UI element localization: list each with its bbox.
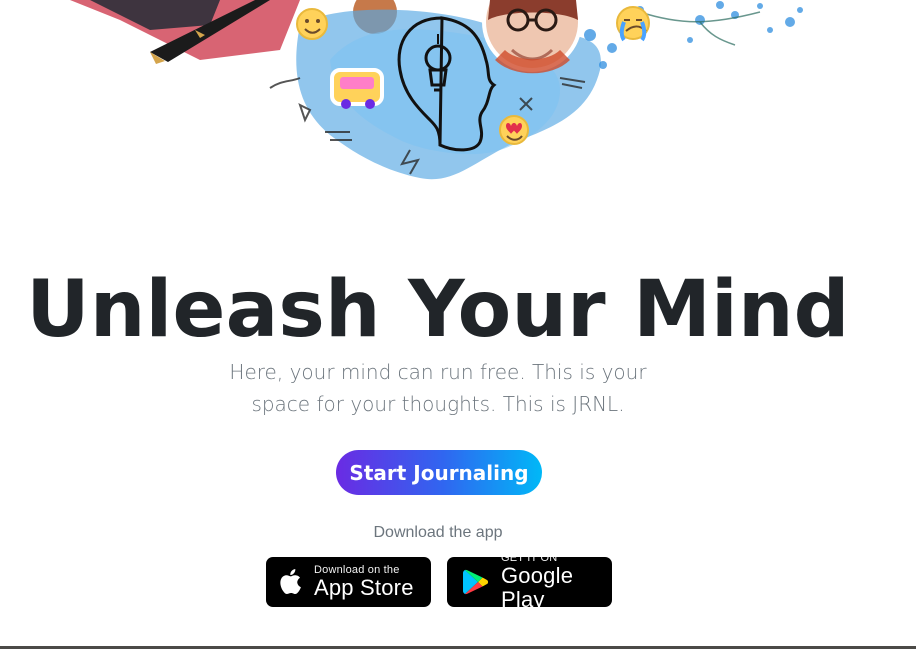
apple-logo-icon <box>278 567 304 597</box>
google-play-small-label: GET IT ON <box>501 552 558 564</box>
app-store-small-label: Download on the <box>314 564 400 576</box>
app-store-big-label: App Store <box>314 575 414 600</box>
crying-emoji-icon <box>616 6 650 42</box>
google-play-logo-icon <box>459 566 491 598</box>
avatar-photo-icon <box>482 0 582 74</box>
google-play-badge[interactable]: GET IT ON Google Play <box>447 552 612 612</box>
bus-sticker-icon <box>330 68 384 109</box>
bird-doodle-icon <box>269 77 301 89</box>
google-play-text: GET IT ON Google Play <box>501 552 600 612</box>
app-store-text: Download on the App Store <box>314 564 414 600</box>
blue-flowers <box>584 1 803 69</box>
google-play-big-label: Google Play <box>501 563 574 612</box>
page-title: Unleash Your Mind <box>26 265 850 355</box>
app-store-badge[interactable]: Download on the App Store <box>266 557 431 607</box>
start-journaling-button[interactable]: Start Journaling <box>336 450 542 495</box>
heart-eyes-emoji-icon <box>499 115 529 145</box>
hero-illustration <box>0 0 916 210</box>
smiling-emoji-icon <box>296 8 328 40</box>
hero-collage-art <box>70 0 803 180</box>
page-subtitle: Here, your mind can run free. This is yo… <box>229 360 647 416</box>
download-app-label: Download the app <box>373 524 503 541</box>
